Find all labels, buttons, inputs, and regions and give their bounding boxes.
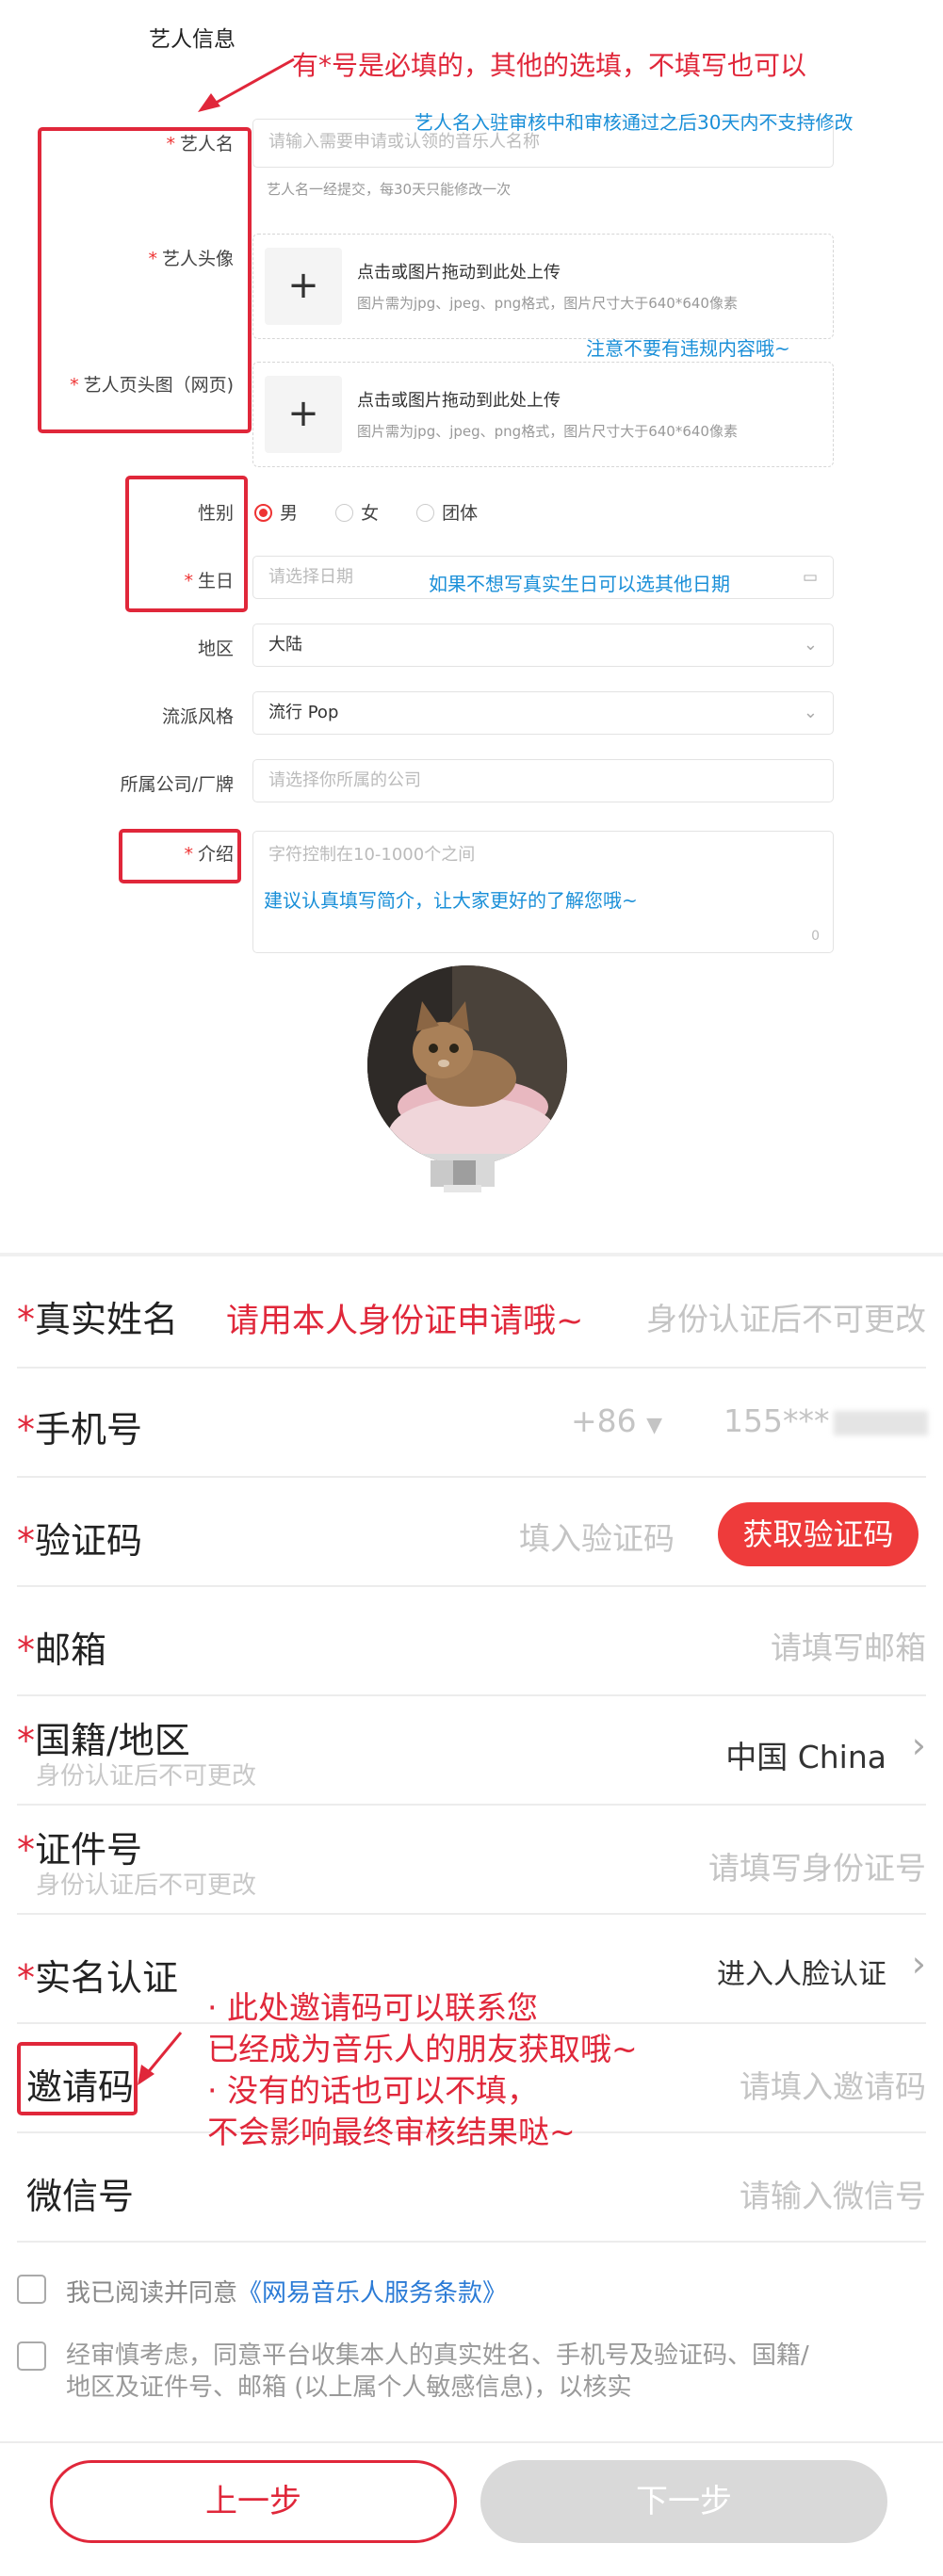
annotation-birthday-note: 如果不想写真实生日可以选其他日期 <box>429 573 730 595</box>
id-number-row[interactable]: *证件号 身份认证后不可更改 请填写身份证号 <box>17 1806 926 1915</box>
avatar-upload-text: 点击或图片拖动到此处上传 <box>357 263 561 283</box>
email-input[interactable]: 请填写邮箱 <box>771 1623 926 1668</box>
id-number-sub: 身份认证后不可更改 <box>36 1871 257 1900</box>
email-label: *邮箱 <box>17 1629 107 1671</box>
code-label: *验证码 <box>17 1520 143 1562</box>
real-name-input[interactable]: 身份认证后不可更改 <box>646 1294 926 1339</box>
agree-text: 我已阅读并同意《网易音乐人服务条款》 <box>66 2279 508 2308</box>
avatar-upload-area[interactable]: + 点击或图片拖动到此处上传 图片需为jpg、jpeg、png格式，图片尺寸大于… <box>252 234 834 339</box>
artist-name-hint: 艺人名一经提交，每30天只能修改一次 <box>267 181 512 198</box>
chevron-down-icon: ⌄ <box>803 703 818 722</box>
company-input[interactable]: 请选择你所属的公司 <box>252 759 834 802</box>
terms-link[interactable]: 《网易音乐人服务条款》 <box>237 2279 507 2308</box>
intro-label: * 介绍 <box>184 844 234 865</box>
consent-checkbox[interactable] <box>17 2341 46 2371</box>
chevron-right-icon: › <box>911 1943 926 1985</box>
id-number-label: *证件号 <box>17 1829 143 1871</box>
email-row[interactable]: *邮箱 请填写邮箱 <box>17 1587 926 1696</box>
gender-option-group[interactable]: 团体 <box>416 503 478 524</box>
annotation-real-name-note: 请用本人身份证申请哦~ <box>226 1303 584 1340</box>
chevron-right-icon: › <box>911 1725 926 1766</box>
annotation-name-note: 艺人名入驻审核中和审核通过之后30天内不支持修改 <box>415 111 854 134</box>
phone-row[interactable]: *手机号 +86 ▼ 155*** <box>17 1369 928 1478</box>
header-image-label: * 艺人页头图（网页) <box>70 375 234 396</box>
avatar-upload-hint: 图片需为jpg、jpeg、png格式，图片尺寸大于640*640像素 <box>357 295 738 312</box>
nationality-sub: 身份认证后不可更改 <box>36 1762 257 1790</box>
annotation-arrow-icon <box>198 57 295 112</box>
header-upload-text: 点击或图片拖动到此处上传 <box>357 391 561 411</box>
annotation-no-violation: 注意不要有违规内容哦~ <box>586 337 790 360</box>
id-number-input[interactable]: 请填写身份证号 <box>708 1843 926 1888</box>
country-code-select[interactable]: +86 ▼ <box>571 1402 662 1439</box>
birthday-label: * 生日 <box>184 571 234 591</box>
intro-char-count: 0 <box>811 929 820 944</box>
prev-button[interactable]: 上一步 <box>50 2460 457 2543</box>
genre-select[interactable]: 流行 Pop ⌄ <box>252 691 834 735</box>
get-code-button[interactable]: 获取验证码 <box>718 1502 919 1566</box>
calendar-icon[interactable]: ▭ <box>803 557 818 598</box>
gender-label: 性别 <box>197 503 234 524</box>
company-label: 所属公司/厂牌 <box>120 774 234 795</box>
cat-photo-image <box>367 965 567 1165</box>
gender-option-male[interactable]: 男 <box>254 503 298 524</box>
invite-code-input[interactable]: 请填入邀请码 <box>740 2062 926 2107</box>
face-verification-link[interactable]: 进入人脸认证 <box>717 1951 886 1992</box>
agree-checkbox[interactable] <box>17 2275 46 2304</box>
code-row[interactable]: *验证码 填入验证码 获取验证码 <box>17 1478 926 1587</box>
header-upload-hint: 图片需为jpg、jpeg、png格式，图片尺寸大于640*640像素 <box>357 423 738 440</box>
real-name-row[interactable]: *真实姓名 请用本人身份证申请哦~ 身份认证后不可更改 <box>17 1262 926 1369</box>
header-image-upload-area[interactable]: + 点击或图片拖动到此处上传 图片需为jpg、jpeg、png格式，图片尺寸大于… <box>252 362 834 467</box>
plus-icon[interactable]: + <box>265 376 342 453</box>
phone-label: *手机号 <box>17 1409 143 1450</box>
nationality-label: *国籍/地区 <box>17 1720 190 1761</box>
region-select[interactable]: 大陆 ⌄ <box>252 624 834 667</box>
wechat-input[interactable]: 请输入微信号 <box>740 2171 926 2216</box>
real-name-label: *真实姓名 <box>17 1299 179 1340</box>
wechat-label: 微信号 <box>26 2176 135 2217</box>
verification-label: *实名认证 <box>17 1957 179 1999</box>
annotation-required-note: 有*号是必填的，其他的选填，不填写也可以 <box>292 50 807 81</box>
genre-label: 流派风格 <box>161 706 234 727</box>
consent-text: 经审慎考虑，同意平台收集本人的真实姓名、手机号及验证码、国籍/地区及证件号、邮箱… <box>66 2341 809 2402</box>
avatar <box>367 965 567 1165</box>
annotation-arrow-icon <box>138 2032 183 2085</box>
artist-name-label: * 艺人名 <box>166 134 234 154</box>
section-title: 艺人信息 <box>149 27 236 52</box>
artist-registration-page: 艺人信息 有*号是必填的，其他的选填，不填写也可以 * 艺人名 请输入需要申请或认… <box>0 0 943 2576</box>
section-divider <box>0 1253 943 1256</box>
phone-input[interactable]: 155*** <box>724 1402 928 1439</box>
gender-option-female[interactable]: 女 <box>335 503 379 524</box>
nationality-row[interactable]: *国籍/地区 身份认证后不可更改 中国 China › <box>17 1696 926 1806</box>
annotation-invite-note: · 此处邀请码可以联系您 已经成为音乐人的朋友获取哦~ · 没有的话也可以不填，… <box>207 1989 638 2150</box>
next-button[interactable]: 下一步 <box>480 2460 887 2543</box>
code-input[interactable]: 填入验证码 <box>519 1514 675 1559</box>
gender-radio-group: 男 女 团体 <box>254 499 478 525</box>
annotation-box-invite <box>17 2042 138 2115</box>
annotation-intro-note: 建议认真填写简介，让大家更好的了解您哦~ <box>264 889 638 912</box>
plus-icon[interactable]: + <box>265 248 342 325</box>
wechat-row[interactable]: 微信号 请输入微信号 <box>17 2133 926 2243</box>
footer-divider <box>0 2441 943 2443</box>
region-label: 地区 <box>197 639 234 659</box>
avatar-label: * 艺人头像 <box>148 249 234 269</box>
nickname-blurred <box>431 1157 510 1192</box>
nationality-value[interactable]: 中国 China <box>725 1732 886 1777</box>
chevron-down-icon: ⌄ <box>803 635 818 655</box>
